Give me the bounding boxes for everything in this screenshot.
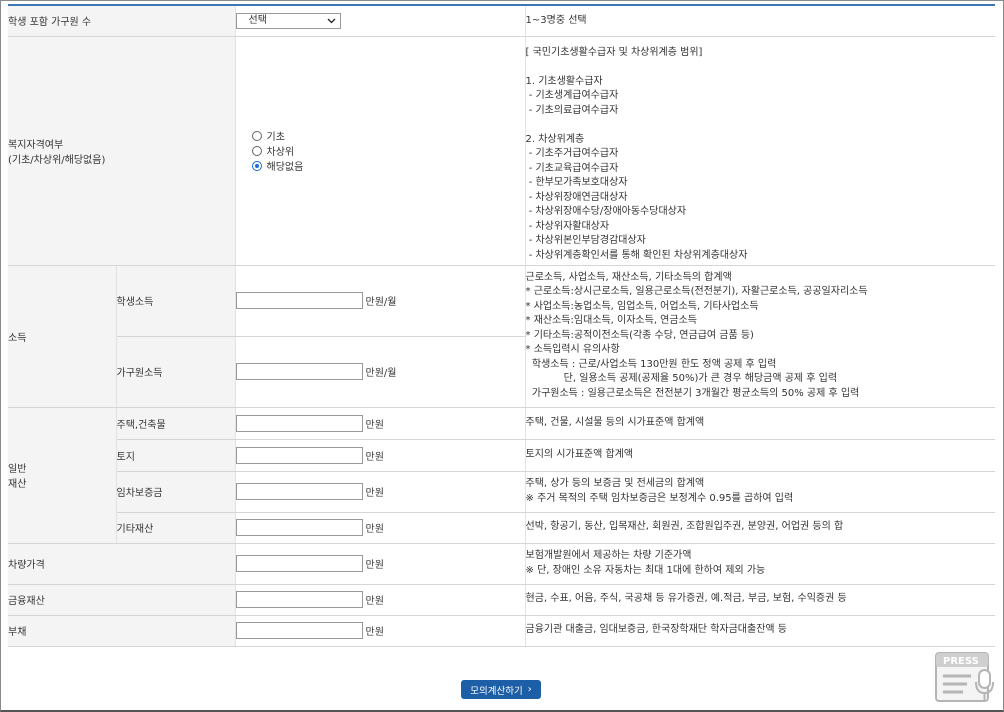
welfare-desc-line: [ 국민기초생활수급자 및 차상위계층 범위] — [525, 46, 703, 58]
finance-unit: 만원 — [365, 596, 384, 607]
income-desc-line: * 근로소득:상시근로소득, 일용근로소득(전전분기), 자활근로소득, 공공일… — [525, 286, 868, 298]
welfare-desc-line: - 차상위본인부담경감대상자 — [525, 235, 646, 246]
row-debt: 부채 만원 금융기관 대출금, 임대보증금, 한국장학재단 학자금대출잔액 등 — [8, 615, 996, 647]
vehicle-label: 차량가격 — [8, 543, 236, 585]
welfare-label-sub: (기초/차상위/해당없음) — [8, 154, 106, 166]
radio-not-applicable-circle[interactable] — [251, 160, 262, 171]
property-deposit-desc-line: ※ 주거 목적의 주택 임차보증금은 보정계수 0.95를 곱하여 입력 — [525, 492, 794, 504]
student-income-input[interactable] — [235, 292, 363, 309]
property-building-input[interactable] — [235, 414, 363, 432]
household-count-label: 학생 포함 가구원 수 — [8, 6, 236, 37]
finance-label: 금융재산 — [8, 584, 236, 616]
income-desc-line: 가구원소득 : 일용근로소득은 전전분기 3개월간 평균소득의 50% 공제 후… — [525, 387, 860, 399]
property-label: 일반 — [8, 464, 27, 475]
vehicle-unit: 만원 — [365, 560, 384, 571]
radio-near-poor-label: 차상위 — [266, 147, 295, 158]
row-finance: 금융재산 만원 현금, 수표, 어음, 주식, 국공채 등 유가증권, 예.적금… — [8, 584, 996, 616]
welfare-desc-line: 2. 차상위계층 — [525, 133, 585, 145]
welfare-desc-line — [526, 60, 996, 75]
property-land-unit: 만원 — [365, 451, 384, 463]
property-other-label: 기타재산 — [116, 512, 236, 544]
welfare-desc-line: - 한부모가족보호대상자 — [525, 177, 628, 188]
radio-basic-label: 기초 — [266, 132, 285, 143]
debt-label: 부채 — [8, 615, 236, 647]
row-welfare: 복지자격여부 (기초/차상위/해당없음) 기초 차상위 해당없음 [ 국민기초생… — [8, 36, 996, 266]
welfare-desc-line: - 기초주거급여수급자 — [525, 148, 619, 159]
welfare-desc-line: 1. 기초생활수급자 — [525, 75, 603, 87]
press-watermark-text: PRESS — [943, 656, 979, 667]
row-vehicle: 차량가격 만원 보험개발원에서 제공하는 차량 기준가액 ※ 단, 장애인 소유… — [8, 543, 996, 585]
property-building-label: 주택,건축물 — [116, 407, 236, 440]
property-deposit-input[interactable] — [235, 483, 363, 500]
welfare-desc-line: - 기초교육급여수급자 — [525, 162, 619, 174]
vehicle-desc-line: 보험개발원에서 제공하는 차량 기준가액 — [525, 550, 692, 561]
property-land-desc: 토지의 시가표준액 합계액 — [525, 439, 996, 472]
row-income-student: 소득 학생소득 만원/월 근로소득, 사업소득, 재산소득, 기타소득의 합계액… — [8, 265, 996, 408]
row-property-other: 기타재산 만원 선박, 항공기, 동산, 입목재산, 회원권, 조합원입주권, … — [8, 512, 996, 544]
finance-input[interactable] — [235, 591, 363, 608]
welfare-desc-line: - 차상위장애수당/장애아동수당대상자 — [525, 206, 687, 217]
vehicle-price-input[interactable] — [235, 555, 363, 572]
property-other-input[interactable] — [235, 519, 363, 536]
income-desc-line: 근로소득, 사업소득, 재산소득, 기타소득의 합계액 — [525, 271, 732, 283]
row-property-land: 토지 만원 토지의 시가표준액 합계액 — [8, 439, 996, 472]
property-land-input[interactable] — [235, 446, 363, 464]
finance-desc: 현금, 수표, 어음, 주식, 국공채 등 유가증권, 예.적금, 부금, 보험… — [525, 584, 996, 616]
radio-near-poor-circle[interactable] — [251, 145, 262, 156]
student-income-label: 학생소득 — [116, 265, 236, 337]
chevron-down-icon — [327, 14, 336, 33]
household-income-unit: 만원/월 — [365, 368, 397, 379]
row-property-building: 일반 재산 주택,건축물 만원 주택, 건물, 시설물 등의 시가표준액 합계액 — [8, 407, 996, 544]
radio-basic-circle[interactable] — [251, 130, 262, 141]
vehicle-desc-line: ※ 단, 장애인 소유 자동차는 최대 1대에 한하여 제외 가능 — [525, 564, 766, 576]
welfare-desc-line: - 차상위자활대상자 — [525, 220, 610, 232]
property-building-unit: 만원 — [365, 419, 384, 431]
radio-not-applicable-label: 해당없음 — [266, 162, 304, 173]
household-count-select-value: 선택 — [248, 14, 267, 26]
row-property-deposit: 임차보증금 만원 주택, 상가 등의 보증금 및 전세금의 합계액 ※ 주거 목… — [8, 471, 996, 513]
radio-basic[interactable]: 기초 — [251, 128, 525, 143]
calculator-form-table: 학생 포함 가구원 수 선택 1~3명중 선택 복지자격여부 (기초/차상위/해… — [8, 6, 996, 647]
income-label: 소득 — [8, 265, 117, 408]
income-desc-line: * 소득입력시 유의사항 — [525, 344, 620, 356]
simulate-button-label: 모의계산하기 — [470, 685, 523, 697]
property-other-unit: 만원 — [365, 524, 384, 535]
property-deposit-unit: 만원 — [365, 488, 384, 499]
property-deposit-desc-line: 주택, 상가 등의 보증금 및 전세금의 합계액 — [525, 478, 705, 489]
income-desc-line: * 재산소득:임대소득, 이자소득, 연금소득 — [525, 315, 697, 327]
row-household-count: 학생 포함 가구원 수 선택 1~3명중 선택 — [8, 6, 996, 37]
property-land-label: 토지 — [116, 439, 236, 472]
debt-desc: 금융기관 대출금, 임대보증금, 한국장학재단 학자금대출잔액 등 — [525, 615, 996, 647]
property-other-desc: 선박, 항공기, 동산, 입목재산, 회원권, 조합원입주권, 분양권, 어업권… — [525, 512, 996, 544]
household-count-desc: 1~3명중 선택 — [525, 6, 996, 37]
debt-input[interactable] — [235, 622, 363, 639]
welfare-desc-line: - 기초생계급여수급자 — [525, 90, 619, 101]
property-label-sub: 재산 — [8, 479, 27, 490]
income-desc-line: * 사업소득:농업소득, 임업소득, 어업소득, 기타사업소득 — [525, 300, 759, 312]
income-desc-line: 학생소득 : 근로/사업소득 130만원 한도 정액 공제 후 입력 — [525, 358, 777, 370]
property-deposit-label: 임차보증금 — [116, 471, 236, 513]
student-income-unit: 만원/월 — [365, 297, 397, 308]
household-income-input[interactable] — [235, 363, 363, 380]
income-desc-line: 단, 일용소득 공제(공제율 50%)가 큰 경우 해당금액 공제 후 입력 — [525, 373, 838, 385]
household-count-select[interactable]: 선택 — [235, 12, 341, 29]
welfare-desc-line — [526, 118, 996, 133]
radio-near-poor[interactable]: 차상위 — [251, 143, 525, 158]
income-desc-line: * 기타소득:공적이전소득(각종 수당, 연금급여 금품 등) — [525, 329, 754, 341]
chevron-right-icon: › — [527, 684, 532, 695]
radio-not-applicable[interactable]: 해당없음 — [251, 158, 525, 173]
press-microphone-icon: PRESS — [935, 652, 997, 704]
welfare-desc-line: - 차상위장애연금대상자 — [525, 191, 628, 203]
debt-unit: 만원 — [365, 627, 384, 638]
property-building-desc: 주택, 건물, 시설물 등의 시가표준액 합계액 — [525, 407, 996, 440]
welfare-desc-line: - 차상위계층확인서를 통해 확인된 차상위계층대상자 — [525, 249, 748, 261]
household-income-label: 가구원소득 — [116, 336, 236, 408]
welfare-desc-line: - 기초의료급여수급자 — [525, 104, 619, 116]
simulate-button[interactable]: 모의계산하기 › — [461, 680, 541, 699]
welfare-label: 복지자격여부 — [8, 139, 64, 151]
